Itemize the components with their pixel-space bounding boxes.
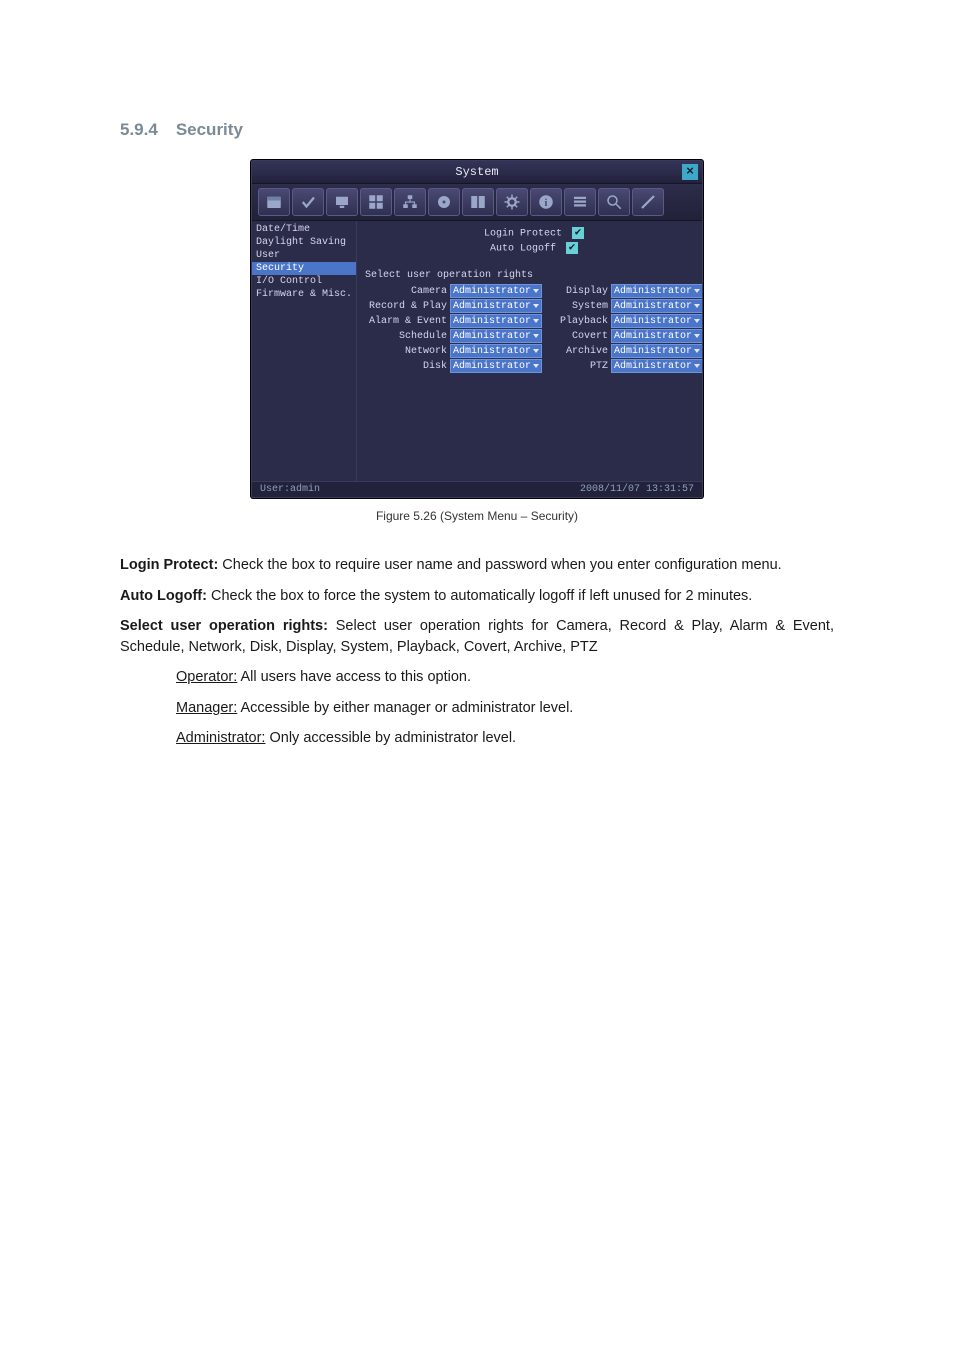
toolbar-calendar-icon[interactable] <box>258 188 290 216</box>
chevron-down-icon <box>694 289 700 293</box>
toolbar-search-icon[interactable] <box>598 188 630 216</box>
status-datetime: 2008/11/07 13:31:57 <box>580 484 694 495</box>
manager-desc: Accessible by either manager or administ… <box>237 700 573 716</box>
svg-text:i: i <box>545 198 548 209</box>
auto-logoff-term: Auto Logoff: <box>120 588 207 604</box>
chevron-down-icon <box>533 334 539 338</box>
right-camera-label: Camera <box>365 286 450 297</box>
right-display-select[interactable]: Administrator <box>611 284 703 298</box>
right-covert-select[interactable]: Administrator <box>611 329 703 343</box>
right-disk-select[interactable]: Administrator <box>450 359 542 373</box>
toolbar-monitor-icon[interactable] <box>326 188 358 216</box>
toolbar-tools-icon[interactable] <box>632 188 664 216</box>
chevron-down-icon <box>694 319 700 323</box>
toolbar-info-icon[interactable]: i <box>530 188 562 216</box>
operator-desc: All users have access to this option. <box>237 669 471 685</box>
sidebar-item-user[interactable]: User <box>252 249 356 262</box>
auto-logoff-checkbox[interactable]: ✔ <box>566 242 578 254</box>
sidebar-item-firmware-misc[interactable]: Firmware & Misc. <box>252 288 356 301</box>
chevron-down-icon <box>533 304 539 308</box>
system-window: System × i Date/Time Dayli <box>251 160 703 498</box>
right-alarm-event-select[interactable]: Administrator <box>450 314 542 328</box>
status-user: User:admin <box>260 484 320 495</box>
right-playback-label: Playback <box>556 316 611 327</box>
auto-logoff-label: Auto Logoff <box>490 243 556 254</box>
login-protect-checkbox[interactable]: ✔ <box>572 227 584 239</box>
sidebar-item-security[interactable]: Security <box>252 262 356 275</box>
administrator-desc: Only accessible by administrator level. <box>265 730 516 746</box>
right-alarm-event-label: Alarm & Event <box>365 316 450 327</box>
right-camera-select[interactable]: Administrator <box>450 284 542 298</box>
toolbar-layout-icon[interactable] <box>360 188 392 216</box>
sidebar-item-daylight-saving[interactable]: Daylight Saving <box>252 236 356 249</box>
toolbar-split-icon[interactable] <box>462 188 494 216</box>
chevron-down-icon <box>694 349 700 353</box>
status-bar: User:admin 2008/11/07 13:31:57 <box>252 481 702 497</box>
toolbar-disk-icon[interactable] <box>428 188 460 216</box>
section-title: Security <box>176 120 243 139</box>
close-icon[interactable]: × <box>682 164 698 180</box>
chevron-down-icon <box>533 349 539 353</box>
right-ptz-select[interactable]: Administrator <box>611 359 703 373</box>
right-disk-label: Disk <box>365 361 450 372</box>
right-archive-label: Archive <box>556 346 611 357</box>
login-protect-desc: Check the box to require user name and p… <box>218 557 781 573</box>
right-archive-select[interactable]: Administrator <box>611 344 703 358</box>
right-schedule-label: Schedule <box>365 331 450 342</box>
right-network-label: Network <box>365 346 450 357</box>
right-system-select[interactable]: Administrator <box>611 299 703 313</box>
right-playback-select[interactable]: Administrator <box>611 314 703 328</box>
chevron-down-icon <box>533 289 539 293</box>
rights-title: Select user operation rights <box>365 270 703 281</box>
right-display-label: Display <box>556 286 611 297</box>
window-title: System <box>455 165 498 179</box>
chevron-down-icon <box>694 334 700 338</box>
operator-term: Operator: <box>176 669 237 685</box>
right-network-select[interactable]: Administrator <box>450 344 542 358</box>
right-ptz-label: PTZ <box>556 361 611 372</box>
toolbar-list-icon[interactable] <box>564 188 596 216</box>
administrator-term: Administrator: <box>176 730 265 746</box>
chevron-down-icon <box>533 319 539 323</box>
content-pane: Login Protect ✔ Auto Logoff ✔ Select use… <box>357 221 703 481</box>
toolbar-network-icon[interactable] <box>394 188 426 216</box>
right-schedule-select[interactable]: Administrator <box>450 329 542 343</box>
body-text: Login Protect: Check the box to require … <box>120 555 834 749</box>
right-covert-label: Covert <box>556 331 611 342</box>
select-rights-term: Select user operation rights: <box>120 618 328 634</box>
section-number: 5.9.4 <box>120 120 158 139</box>
window-titlebar: System × <box>252 161 702 184</box>
chevron-down-icon <box>694 304 700 308</box>
right-system-label: System <box>556 301 611 312</box>
auto-logoff-desc: Check the box to force the system to aut… <box>207 588 752 604</box>
sidebar-item-io-control[interactable]: I/O Control <box>252 275 356 288</box>
sidebar: Date/Time Daylight Saving User Security … <box>252 221 357 481</box>
section-heading: 5.9.4 Security <box>120 120 834 140</box>
login-protect-label: Login Protect <box>484 229 562 240</box>
figure-caption: Figure 5.26 (System Menu – Security) <box>120 509 834 523</box>
login-protect-term: Login Protect: <box>120 557 218 573</box>
manager-term: Manager: <box>176 700 237 716</box>
toolbar-gear-icon[interactable] <box>496 188 528 216</box>
right-record-play-label: Record & Play <box>365 301 450 312</box>
chevron-down-icon <box>694 364 700 368</box>
chevron-down-icon <box>533 364 539 368</box>
toolbar: i <box>252 184 702 221</box>
sidebar-item-date-time[interactable]: Date/Time <box>252 223 356 236</box>
right-record-play-select[interactable]: Administrator <box>450 299 542 313</box>
toolbar-check-icon[interactable] <box>292 188 324 216</box>
